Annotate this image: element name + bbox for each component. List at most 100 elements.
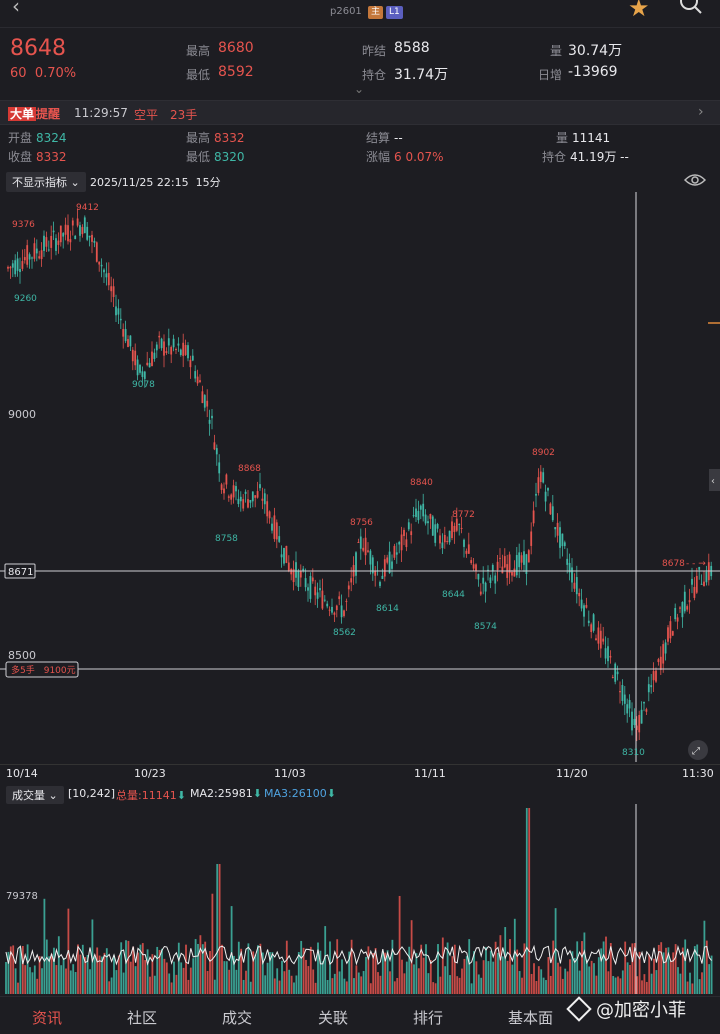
candle-body xyxy=(196,376,199,384)
volume-bar xyxy=(221,944,223,994)
volume-bar xyxy=(360,976,363,994)
candle-body xyxy=(424,514,427,524)
tab-ranking[interactable]: 排行 xyxy=(413,1007,443,1028)
candle-body xyxy=(587,620,590,623)
change-value: 60 xyxy=(10,66,27,81)
candle-body xyxy=(83,217,86,234)
volume-bar xyxy=(372,953,375,994)
candle-body xyxy=(323,599,326,601)
big-order-alert[interactable]: 大单 提醒 11:29:57 空平 23手 › xyxy=(0,100,720,125)
candle-body xyxy=(664,642,667,654)
candle-body xyxy=(194,371,197,379)
volume-bar xyxy=(506,960,509,994)
volume-select[interactable]: 成交量 ⌄ xyxy=(6,786,64,804)
volume-bar xyxy=(115,970,118,994)
tab-community[interactable]: 社区 xyxy=(127,1007,157,1028)
volume-bar xyxy=(703,920,706,994)
candlestick-chart[interactable]: 9000 8500 8671 多5手 9100元 8678 - - → 9376… xyxy=(0,192,720,762)
volume-bar xyxy=(499,935,502,994)
volume-bar xyxy=(393,981,396,994)
volume-bar xyxy=(597,957,600,994)
tab-fundamentals[interactable]: 基本面 xyxy=(508,1007,553,1028)
candle-body xyxy=(407,522,410,530)
volume-bar xyxy=(156,946,159,994)
candle-body xyxy=(614,663,617,682)
volume-chart[interactable]: 79378 xyxy=(0,804,720,994)
price-point-label: 8756 xyxy=(350,518,373,528)
volume-bar xyxy=(578,970,581,994)
tab-news[interactable]: 资讯 xyxy=(32,1007,62,1028)
candle-body xyxy=(105,273,108,278)
volume-bar xyxy=(465,956,468,994)
volume-bar xyxy=(617,976,619,994)
candle-body xyxy=(163,341,165,356)
candle-body xyxy=(609,655,612,658)
volume-bar xyxy=(511,964,514,994)
volume-bar xyxy=(235,969,238,994)
candle-body xyxy=(206,400,209,407)
volume-bar xyxy=(62,957,65,994)
volume-bar xyxy=(297,952,300,994)
volume-bar xyxy=(65,968,67,994)
candle-body xyxy=(117,308,120,315)
candle-body xyxy=(119,318,122,321)
volume-bar xyxy=(477,974,480,994)
back-icon[interactable]: ‹ xyxy=(12,0,20,18)
volume-total: 总量:11141⬇ xyxy=(116,789,186,802)
candle-body xyxy=(297,570,300,588)
open-interest-value: 31.74万 xyxy=(394,67,449,83)
volume-bar xyxy=(276,968,279,994)
bar-open-label: 开盘 xyxy=(8,131,33,145)
candle-body xyxy=(523,551,525,565)
candle-body xyxy=(563,542,566,547)
volume-bar xyxy=(504,927,507,994)
candle-body xyxy=(38,256,41,259)
volume-bar xyxy=(211,893,214,994)
volume-bar xyxy=(581,941,583,994)
volume-bar xyxy=(60,965,63,994)
star-icon[interactable]: ★ xyxy=(628,0,650,22)
volume-bar xyxy=(254,954,257,994)
candle-body xyxy=(508,554,511,574)
volume-bar xyxy=(451,956,454,994)
candle-body xyxy=(429,514,432,519)
volume-bar xyxy=(163,958,166,994)
side-handle-icon[interactable]: ‹ xyxy=(711,476,715,487)
chevron-right-icon[interactable]: › xyxy=(698,104,704,120)
candle-body xyxy=(86,226,89,240)
candle-body xyxy=(153,352,156,359)
candle-body xyxy=(590,624,593,633)
bar-volume-label: 量 xyxy=(556,131,569,145)
volume-bar xyxy=(266,962,269,994)
volume-bar xyxy=(281,960,283,994)
tab-related[interactable]: 关联 xyxy=(318,1007,348,1028)
alert-badge-big: 大单 xyxy=(8,107,37,121)
volume-bar xyxy=(288,969,291,994)
search-icon[interactable] xyxy=(678,0,704,16)
candle-body xyxy=(69,239,72,243)
eye-icon[interactable] xyxy=(684,172,706,188)
x-tick: 11/20 xyxy=(556,767,588,780)
candle-body xyxy=(242,499,245,509)
volume-bar xyxy=(665,947,667,994)
candle-body xyxy=(381,575,384,579)
volume-bar xyxy=(103,952,106,994)
candle-body xyxy=(316,592,319,599)
volume-bar xyxy=(377,972,379,994)
candle-body xyxy=(213,442,216,450)
tab-trades[interactable]: 成交 xyxy=(222,1007,252,1028)
candle-body xyxy=(616,671,619,675)
volume-header: 成交量 ⌄ [10,242] 总量:11141⬇ MA2:25981⬇ MA3:… xyxy=(0,784,720,804)
volume-bar xyxy=(223,961,226,994)
volume-bar xyxy=(300,940,303,994)
indicator-select[interactable]: 不显示指标 ⌄ xyxy=(6,172,86,192)
order-tag: 多5手 9100元 xyxy=(11,664,76,676)
watermark: @加密小菲 xyxy=(566,996,686,1022)
candle-body xyxy=(76,218,79,226)
candle-body xyxy=(619,691,621,693)
candle-body xyxy=(261,498,264,501)
candle-body xyxy=(595,638,597,641)
candle-body xyxy=(26,245,29,265)
chevron-down-icon[interactable]: ⌄ xyxy=(354,82,364,96)
volume-bar xyxy=(72,964,75,994)
